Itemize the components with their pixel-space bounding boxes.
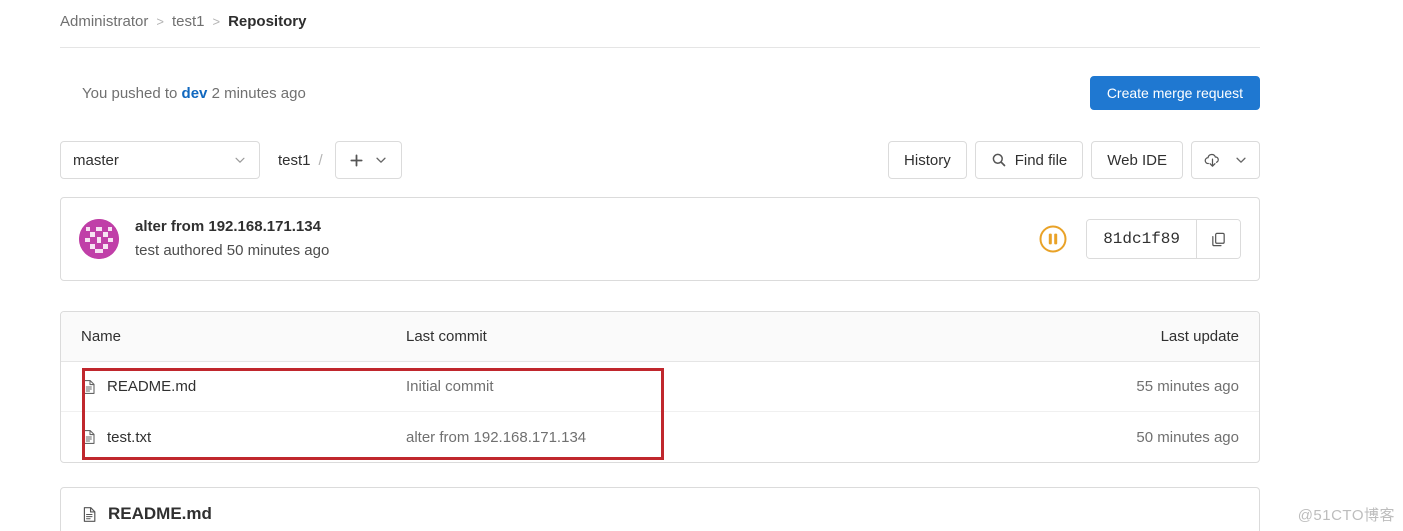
readme-title: README.md xyxy=(108,504,212,523)
commit-message[interactable]: alter from 192.168.171.134 xyxy=(135,216,329,238)
push-notice-prefix: You pushed to xyxy=(82,84,178,102)
add-to-repository-button[interactable] xyxy=(334,141,402,179)
file-name-label: test.txt xyxy=(107,428,152,446)
avatar[interactable] xyxy=(79,219,119,259)
plus-icon xyxy=(349,153,364,168)
path-separator: / xyxy=(318,151,323,169)
table-row[interactable]: test.txt alter from 192.168.171.134 50 m… xyxy=(61,412,1259,462)
breadcrumb-separator: > xyxy=(212,13,221,29)
chevron-down-icon xyxy=(1234,153,1248,167)
file-icon xyxy=(81,506,98,523)
breadcrumb-item-test1[interactable]: test1 xyxy=(172,13,205,30)
last-commit-card: alter from 192.168.171.134 test authored… xyxy=(60,197,1260,281)
branch-selector[interactable]: master xyxy=(60,141,260,179)
column-header-last-commit: Last commit xyxy=(406,328,487,345)
path-segment-test1[interactable]: test1 xyxy=(278,152,311,169)
file-list-header: Name Last commit Last update xyxy=(61,312,1259,362)
commit-text-block: alter from 192.168.171.134 test authored… xyxy=(135,216,329,262)
breadcrumb-item-administrator[interactable]: Administrator xyxy=(60,13,148,30)
readme-panel: README.md xyxy=(60,487,1260,531)
clone-download-button[interactable] xyxy=(1191,141,1260,179)
repository-page: Administrator > test1 > Repository You p… xyxy=(0,0,1403,531)
history-button-label: History xyxy=(904,151,951,169)
identicon-avatar-icon xyxy=(79,219,119,259)
copy-icon xyxy=(1210,231,1227,248)
commit-sha-group: 81dc1f89 xyxy=(1086,219,1241,259)
table-row[interactable]: README.md Initial commit 55 minutes ago xyxy=(61,362,1259,412)
push-notice-text: You pushed to dev 2 minutes ago xyxy=(60,85,306,102)
file-name-label: README.md xyxy=(107,378,197,395)
file-name-cell[interactable]: test.txt xyxy=(61,429,406,446)
column-header-last-update: Last update xyxy=(1160,328,1239,345)
search-icon xyxy=(991,152,1007,168)
chevron-down-icon xyxy=(374,153,388,167)
file-icon xyxy=(81,429,97,445)
commit-sha[interactable]: 81dc1f89 xyxy=(1087,220,1196,258)
branch-selector-label: master xyxy=(73,151,119,169)
file-icon xyxy=(81,379,97,395)
find-file-button[interactable]: Find file xyxy=(974,141,1084,179)
find-file-button-label: Find file xyxy=(1014,151,1068,169)
pipeline-status-pending-icon[interactable] xyxy=(1038,224,1068,254)
column-header-name: Name xyxy=(81,328,122,345)
web-ide-button[interactable]: Web IDE xyxy=(1091,141,1183,179)
copy-sha-button[interactable] xyxy=(1196,220,1240,258)
push-notice-branch-link[interactable]: dev xyxy=(182,85,208,102)
readme-panel-header: README.md xyxy=(61,488,1259,531)
toolbar-left-group: master test1 / xyxy=(60,141,402,179)
history-button[interactable]: History xyxy=(888,141,967,179)
file-list-card: Name Last commit Last update README.md I… xyxy=(60,311,1260,463)
breadcrumb-separator: > xyxy=(156,13,164,29)
breadcrumb-item-repository: Repository xyxy=(228,12,307,30)
file-last-commit-cell[interactable]: Initial commit xyxy=(406,378,1029,395)
commit-meta: 81dc1f89 xyxy=(1038,219,1241,259)
web-ide-button-label: Web IDE xyxy=(1107,151,1167,169)
commit-info: alter from 192.168.171.134 test authored… xyxy=(79,216,329,262)
file-name-cell[interactable]: README.md xyxy=(61,378,406,395)
path-breadcrumb: test1 / xyxy=(278,152,323,169)
commit-author-line: test authored 50 minutes ago xyxy=(135,242,330,259)
header-divider xyxy=(60,47,1260,48)
push-notice-row: You pushed to dev 2 minutes ago Create m… xyxy=(60,62,1260,124)
push-notice-time: 2 minutes ago xyxy=(211,84,306,102)
file-last-commit-cell[interactable]: alter from 192.168.171.134 xyxy=(406,429,1029,446)
file-last-update-cell: 55 minutes ago xyxy=(1136,378,1239,395)
watermark: @51CTO博客 xyxy=(1297,507,1395,524)
cloud-download-icon xyxy=(1203,151,1222,170)
create-merge-request-button[interactable]: Create merge request xyxy=(1089,76,1260,110)
file-last-update-cell: 50 minutes ago xyxy=(1136,428,1239,446)
toolbar-right-group: History Find file Web IDE xyxy=(888,141,1260,179)
breadcrumb: Administrator > test1 > Repository xyxy=(60,8,306,34)
chevron-down-icon xyxy=(233,153,247,167)
repository-toolbar: master test1 / History Find file Web IDE xyxy=(60,140,1260,180)
